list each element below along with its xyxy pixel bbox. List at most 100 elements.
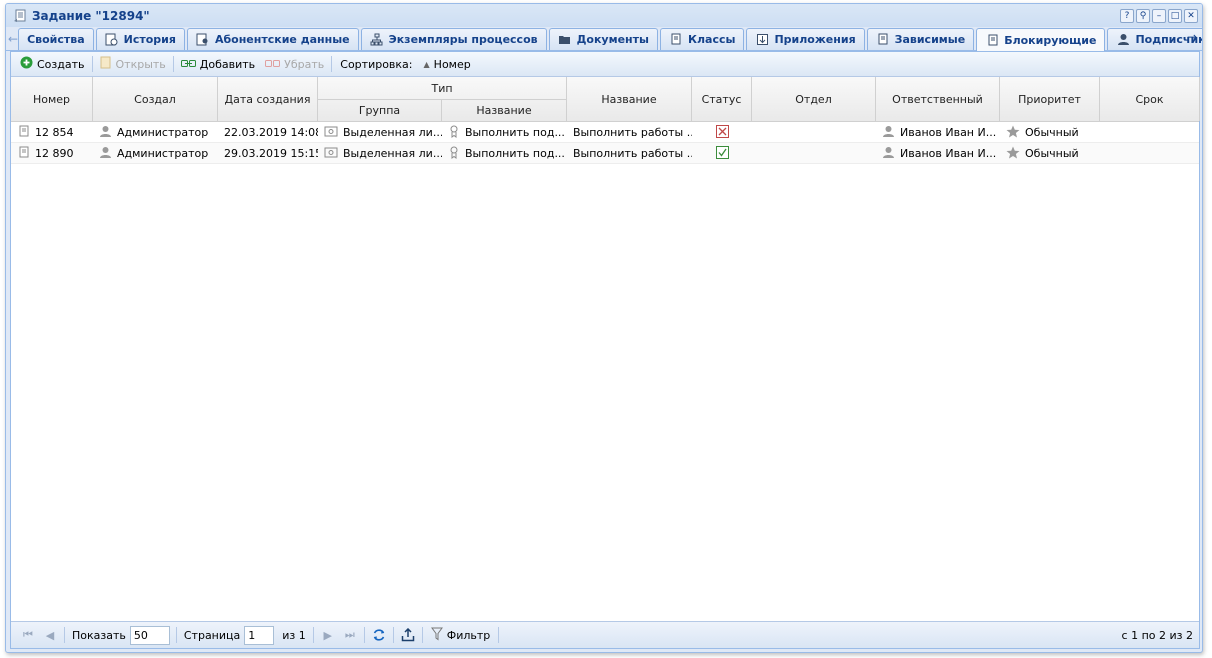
cell-deadline	[1100, 122, 1200, 143]
add-button[interactable]: Добавить	[176, 54, 260, 75]
tab-scroll-right-icon[interactable]: →	[1184, 26, 1200, 48]
user-icon	[99, 125, 112, 141]
task-number: 12 854	[35, 126, 74, 139]
tab-process-instances[interactable]: Экземпляры процессов	[360, 28, 547, 50]
document-icon	[669, 33, 683, 47]
tab-classes[interactable]: Классы	[659, 28, 745, 50]
tab-attachments[interactable]: Приложения	[746, 28, 865, 50]
tab-properties[interactable]: Свойства	[18, 28, 94, 50]
col-name[interactable]: Название	[567, 77, 692, 121]
cell-type-name: Выполнить под...	[442, 122, 567, 143]
col-responsible[interactable]: Ответственный	[876, 77, 1000, 121]
cell-group: Выделенная ли...	[318, 122, 442, 143]
maximize-button[interactable]: □	[1168, 8, 1182, 23]
cell-created-by: Администратор	[93, 122, 218, 143]
pager-separator	[175, 627, 177, 643]
toolbar-separator	[331, 56, 333, 72]
responsible-name: Иванов Иван И...	[900, 126, 997, 139]
col-priority[interactable]: Приоритет	[1000, 77, 1100, 121]
col-type-name[interactable]: Название	[442, 99, 567, 121]
tab-subscriber-data[interactable]: Абонентские данные	[186, 28, 359, 50]
pager-separator	[312, 627, 314, 643]
close-button[interactable]: ✕	[1184, 8, 1198, 23]
tab-dependent[interactable]: Зависимые	[866, 28, 975, 50]
col-created-date[interactable]: Дата создания	[218, 77, 318, 121]
user-icon	[99, 146, 112, 162]
document-icon	[876, 33, 890, 47]
open-document-icon	[100, 56, 112, 72]
task-document-icon	[17, 125, 30, 141]
sort-button[interactable]: ▲ Номер	[419, 54, 476, 75]
cell-type-name: Выполнить под...	[442, 143, 567, 164]
prev-page-icon[interactable]: ◀	[39, 625, 61, 645]
tab-blocking[interactable]: Блокирующие	[976, 28, 1106, 51]
tab-label: Абонентские данные	[214, 33, 350, 46]
tab-bar: ← Свойства История Абонентские данные Эк…	[6, 27, 1202, 51]
help-button[interactable]: ?	[1120, 8, 1134, 23]
pager-separator	[392, 627, 394, 643]
tab-label: Классы	[687, 33, 736, 46]
user-icon	[882, 146, 895, 162]
cell-status	[692, 143, 752, 164]
create-button[interactable]: Создать	[15, 54, 90, 75]
group-name: Выделенная ли...	[343, 126, 442, 139]
pager: ⏮ ◀ Показать Страница из 1 ▶ ⏭ Фильтр	[11, 621, 1199, 648]
type-name: Выполнить под...	[465, 126, 565, 139]
col-department[interactable]: Отдел	[752, 77, 876, 121]
col-created-by[interactable]: Создал	[93, 77, 218, 121]
page-number-input[interactable]	[244, 625, 275, 645]
export-icon[interactable]	[397, 625, 419, 645]
folder-icon	[558, 33, 572, 47]
cell-number: 12 854	[11, 122, 93, 143]
remove-button[interactable]: Убрать	[260, 54, 329, 75]
process-icon	[370, 33, 384, 47]
last-page-icon[interactable]: ⏭	[339, 625, 361, 645]
window-titlebar: Задание "12894" ? ⚲ – □ ✕	[6, 4, 1202, 27]
pager-separator	[64, 627, 65, 643]
filter-button[interactable]: Фильтр	[426, 625, 496, 646]
tab-label: История	[123, 33, 176, 46]
table-row[interactable]: 12 854 Администратор 22.03.2019 14:08 Вы…	[11, 122, 1199, 143]
unlink-icon	[265, 58, 281, 71]
cell-number: 12 890	[11, 143, 93, 164]
first-page-icon[interactable]: ⏮	[17, 625, 39, 645]
priority-value: Обычный	[1025, 126, 1079, 139]
tab-label: Свойства	[27, 33, 85, 46]
col-type-group: Тип	[318, 77, 567, 99]
col-number[interactable]: Номер	[11, 77, 93, 121]
sort-value: Номер	[433, 57, 471, 71]
window-title: Задание "12894"	[32, 8, 150, 23]
document-icon	[985, 33, 999, 47]
tab-documents[interactable]: Документы	[548, 28, 658, 50]
open-label: Открыть	[115, 57, 166, 71]
task-type-icon	[448, 146, 460, 162]
priority-value: Обычный	[1025, 147, 1079, 160]
col-deadline[interactable]: Срок	[1100, 77, 1200, 121]
tab-history[interactable]: История	[95, 28, 185, 50]
next-page-icon[interactable]: ▶	[317, 625, 339, 645]
remove-label: Убрать	[284, 57, 325, 71]
cell-deadline	[1100, 143, 1200, 164]
filter-label: Фильтр	[446, 628, 491, 642]
cell-group: Выделенная ли...	[318, 143, 442, 164]
search-button[interactable]: ⚲	[1136, 8, 1150, 23]
sort-asc-icon: ▲	[423, 59, 430, 69]
responsible-name: Иванов Иван И...	[900, 147, 997, 160]
page-label: Страница	[183, 628, 241, 642]
tab-label: Экземпляры процессов	[388, 33, 538, 46]
col-status[interactable]: Статус	[692, 77, 752, 121]
cell-status	[692, 122, 752, 143]
minimize-button[interactable]: –	[1152, 8, 1166, 23]
page-size-input[interactable]	[129, 625, 170, 645]
table-row[interactable]: 12 890 Администратор 29.03.2019 15:15 Вы…	[11, 143, 1199, 164]
tab-scroll-left-icon[interactable]: ←	[8, 28, 18, 50]
history-icon	[105, 33, 119, 47]
open-button[interactable]: Открыть	[95, 54, 171, 75]
col-group[interactable]: Группа	[318, 99, 442, 121]
pager-separator	[421, 627, 423, 643]
cell-responsible: Иванов Иван И...	[876, 143, 1000, 164]
grid-body: 12 854 Администратор 22.03.2019 14:08 Вы…	[11, 122, 1199, 620]
refresh-icon[interactable]	[368, 625, 390, 645]
page-total-label: из 1	[282, 628, 306, 642]
cell-created-by: Администратор	[93, 143, 218, 164]
